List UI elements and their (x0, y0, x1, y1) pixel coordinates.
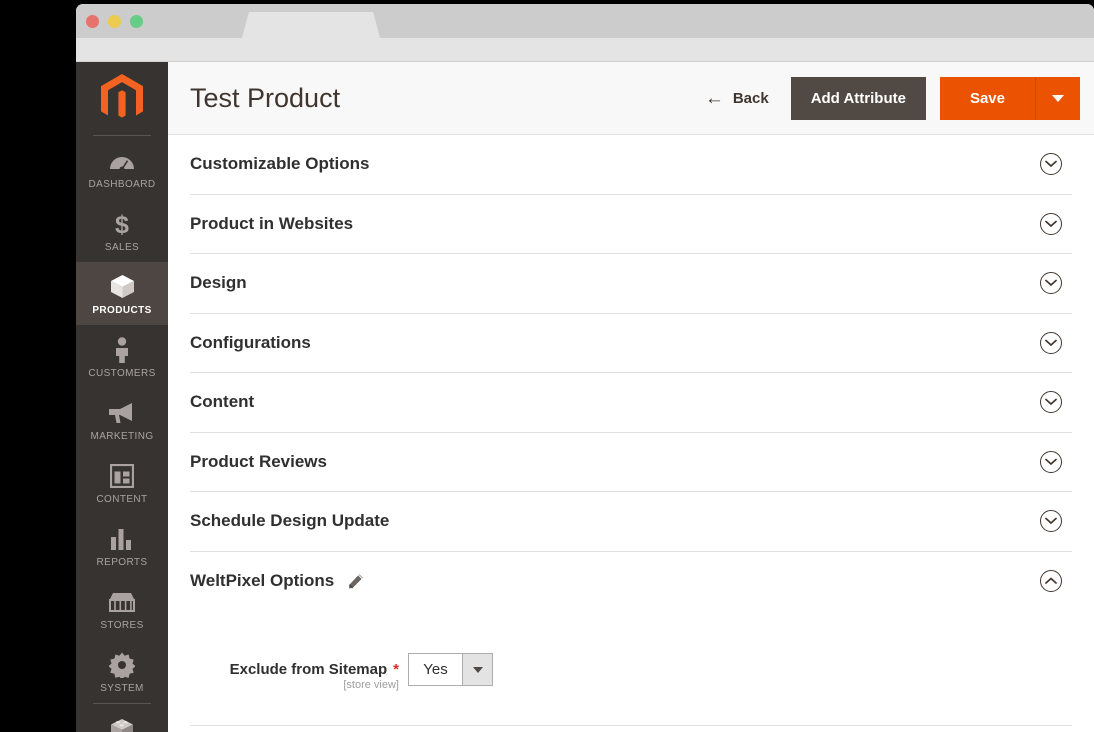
chevron-down-circle-icon[interactable] (1040, 332, 1062, 354)
section-customizable-options[interactable]: Customizable Options (190, 135, 1072, 195)
arrow-left-icon: ← (705, 89, 724, 108)
system-icon (76, 651, 168, 678)
sidebar-item-label: CUSTOMERS (76, 368, 168, 379)
chevron-down-icon (1052, 95, 1064, 102)
dashboard-icon (76, 147, 168, 174)
sidebar-item-sales[interactable]: $ SALES (76, 199, 168, 262)
section-configurations[interactable]: Configurations (190, 314, 1072, 374)
section-title: Schedule Design Update (190, 511, 389, 531)
sidebar-item-label: STORES (76, 620, 168, 631)
admin-main-content: Test Product ← Back Add Attribute Save (168, 62, 1094, 732)
select-selected-value: Yes (409, 654, 462, 685)
minimize-window-button[interactable] (108, 15, 121, 28)
sidebar-item-system[interactable]: SYSTEM (76, 640, 168, 703)
chevron-down-circle-icon[interactable] (1040, 510, 1062, 532)
svg-text:$: $ (115, 211, 129, 237)
field-label-line: Exclude from Sitemap * (190, 661, 399, 678)
sidebar-item-dashboard[interactable]: DASHBOARD (76, 136, 168, 199)
back-button-label: Back (733, 90, 769, 107)
section-title: Customizable Options (190, 154, 369, 174)
browser-titlebar (76, 4, 1094, 38)
chevron-down-icon (473, 667, 483, 673)
admin-sidebar: DASHBOARD $ SALES (76, 62, 168, 732)
pencil-icon[interactable] (347, 573, 364, 590)
select-dropdown-arrow[interactable] (462, 654, 492, 685)
sidebar-item-reports[interactable]: REPORTS (76, 514, 168, 577)
page-header-actions: ← Back Add Attribute Save (705, 77, 1080, 120)
magento-logo[interactable] (76, 62, 168, 135)
chevron-down-circle-icon[interactable] (1040, 451, 1062, 473)
chevron-down-circle-icon[interactable] (1040, 213, 1062, 235)
section-title: Product Reviews (190, 452, 327, 472)
marketing-icon (76, 399, 168, 426)
section-title: Design (190, 273, 247, 293)
exclude-from-sitemap-field-row: Exclude from Sitemap * [store view] Yes (190, 653, 1072, 691)
sidebar-item-label: CONTENT (76, 494, 168, 505)
section-title: WeltPixel Options (190, 571, 334, 591)
sidebar-item-extensions[interactable] (76, 704, 168, 732)
sidebar-item-customers[interactable]: CUSTOMERS (76, 325, 168, 388)
sidebar-item-marketing[interactable]: MARKETING (76, 388, 168, 451)
chevron-down-circle-icon[interactable] (1040, 391, 1062, 413)
section-product-in-websites[interactable]: Product in Websites (190, 195, 1072, 255)
page-header: Test Product ← Back Add Attribute Save (168, 62, 1094, 135)
chevron-down-circle-icon[interactable] (1040, 272, 1062, 294)
weltpixel-options-panel: Exclude from Sitemap * [store view] Yes (190, 611, 1072, 726)
window-controls (86, 15, 143, 28)
save-button[interactable]: Save (940, 77, 1036, 120)
exclude-from-sitemap-label: Exclude from Sitemap (230, 661, 388, 678)
save-split-button: Save (940, 77, 1080, 120)
sidebar-item-label: DASHBOARD (76, 179, 168, 190)
add-attribute-button[interactable]: Add Attribute (791, 77, 926, 120)
chevron-down-circle-icon[interactable] (1040, 153, 1062, 175)
products-icon (76, 273, 168, 300)
section-product-reviews[interactable]: Product Reviews (190, 433, 1072, 493)
browser-toolbar (76, 38, 1094, 62)
sidebar-item-label: PRODUCTS (76, 305, 168, 316)
section-title: Configurations (190, 333, 311, 353)
maximize-window-button[interactable] (130, 15, 143, 28)
product-sections-list: Customizable Options Product in Websites (168, 135, 1094, 732)
chevron-up-circle-icon[interactable] (1040, 570, 1062, 592)
section-title-wrap: WeltPixel Options (190, 571, 364, 591)
back-button[interactable]: ← Back (705, 89, 769, 108)
content-icon (76, 462, 168, 489)
field-scope-label: [store view] (190, 679, 399, 691)
required-asterisk: * (393, 661, 399, 678)
close-window-button[interactable] (86, 15, 99, 28)
admin-app-body: DASHBOARD $ SALES (76, 62, 1094, 732)
section-title: Content (190, 392, 254, 412)
sales-icon: $ (76, 210, 168, 237)
browser-tab[interactable] (242, 12, 380, 38)
stores-icon (76, 588, 168, 615)
field-label-wrap: Exclude from Sitemap * [store view] (190, 653, 408, 691)
sidebar-item-label: SALES (76, 242, 168, 253)
section-schedule-design-update[interactable]: Schedule Design Update (190, 492, 1072, 552)
sidebar-item-label: MARKETING (76, 431, 168, 442)
extensions-icon (76, 713, 168, 732)
sidebar-item-content[interactable]: CONTENT (76, 451, 168, 514)
section-content[interactable]: Content (190, 373, 1072, 433)
section-weltpixel-options[interactable]: WeltPixel Options (190, 552, 1072, 612)
customers-icon (76, 336, 168, 363)
save-dropdown-toggle[interactable] (1036, 77, 1080, 120)
exclude-from-sitemap-select[interactable]: Yes (408, 653, 493, 686)
page-title: Test Product (190, 83, 705, 114)
magento-logo-icon (100, 74, 144, 124)
sidebar-item-label: SYSTEM (76, 683, 168, 694)
section-title: Product in Websites (190, 214, 353, 234)
reports-icon (76, 525, 168, 552)
sidebar-item-label: REPORTS (76, 557, 168, 568)
sidebar-item-products[interactable]: PRODUCTS (76, 262, 168, 325)
section-design[interactable]: Design (190, 254, 1072, 314)
sidebar-item-stores[interactable]: STORES (76, 577, 168, 640)
browser-window: DASHBOARD $ SALES (76, 4, 1094, 732)
